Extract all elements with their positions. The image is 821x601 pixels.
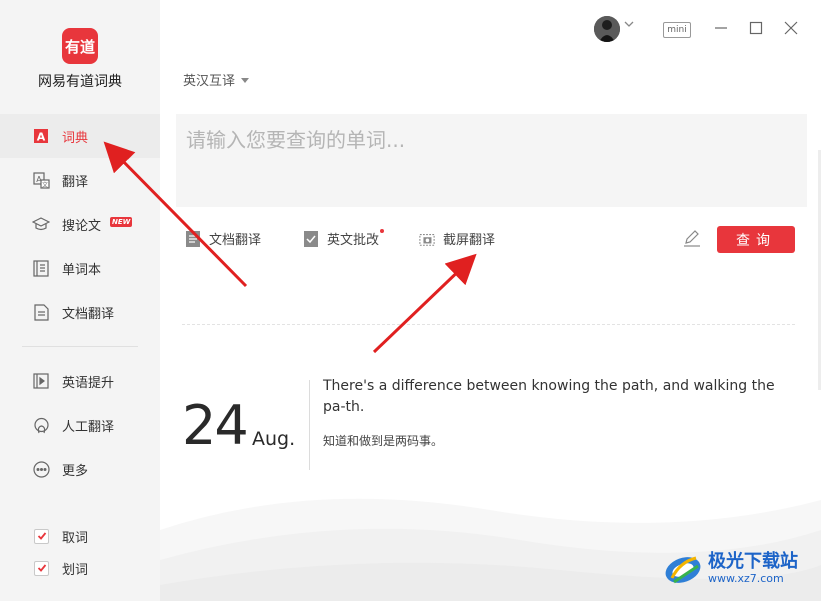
- sidebar-item-english-improve[interactable]: 英语提升: [0, 359, 160, 403]
- tool-essay-correct[interactable]: 英文批改: [303, 229, 385, 248]
- check-label: 划词: [62, 562, 89, 578]
- more-icon: [32, 460, 50, 478]
- new-badge: NEW: [110, 217, 133, 227]
- screenshot-translate-icon: [419, 231, 435, 247]
- sidebar-item-label: 英语提升: [62, 375, 115, 391]
- document-translate-icon: [185, 230, 201, 247]
- sidebar-item-label: 人工翻译: [62, 419, 115, 435]
- app-logo[interactable]: 有道: [62, 28, 98, 64]
- language-select-label: 英汉互译: [183, 74, 236, 89]
- user-avatar[interactable]: [594, 16, 620, 42]
- query-button[interactable]: 查询: [717, 226, 795, 253]
- daily-quote-chinese: 知道和做到是两码事。: [323, 434, 444, 448]
- maximize-icon[interactable]: [747, 19, 765, 37]
- graduation-cap-icon: [32, 215, 50, 233]
- tool-label: 英文批改: [327, 233, 380, 248]
- checkmark-icon: [37, 532, 46, 540]
- sidebar: 有道 网易有道词典 A 词典 A文 翻译 搜论文 NEW 单词本 文档翻译 英语…: [0, 0, 160, 601]
- sidebar-item-doc-translate[interactable]: 文档翻译: [0, 290, 160, 334]
- sidebar-item-label: 文档翻译: [62, 306, 115, 322]
- daily-day: 24: [182, 394, 249, 457]
- translate-icon: A文: [32, 171, 50, 189]
- chevron-down-icon[interactable]: [624, 20, 634, 31]
- check-label: 取词: [62, 530, 89, 546]
- video-play-icon: [32, 372, 50, 390]
- essay-correct-icon: [303, 230, 319, 247]
- sidebar-item-more[interactable]: 更多: [0, 447, 160, 491]
- handwriting-pen-icon[interactable]: [683, 229, 701, 247]
- sidebar-item-label: 更多: [62, 463, 89, 479]
- daily-quote-english: There's a difference between knowing the…: [323, 378, 775, 415]
- watermark-title: 极光下载站: [708, 550, 798, 572]
- svg-text:文: 文: [41, 181, 47, 189]
- sidebar-item-wordbook[interactable]: 单词本: [0, 246, 160, 290]
- notification-dot: [380, 229, 385, 233]
- sidebar-item-paper-search[interactable]: 搜论文 NEW: [0, 202, 160, 246]
- tool-label: 文档翻译: [209, 233, 262, 248]
- caret-down-icon: [241, 78, 250, 83]
- sidebar-item-label: 词典: [62, 130, 89, 146]
- main-panel: mini 英汉互译 请输入您要查询的单词... 文档翻译 英文批改 截屏翻译 查…: [160, 0, 821, 601]
- sidebar-item-translate[interactable]: A文 翻译: [0, 158, 160, 202]
- sidebar-divider: [22, 346, 138, 347]
- app-name: 网易有道词典: [38, 74, 122, 90]
- sidebar-item-label: 单词本: [62, 262, 102, 278]
- minimize-icon[interactable]: [712, 19, 730, 37]
- section-divider: [182, 324, 795, 325]
- wordbook-icon: [32, 259, 50, 277]
- watermark-url: www.xz7.com: [708, 571, 784, 585]
- sidebar-item-label: 搜论文: [62, 218, 102, 234]
- daily-separator: [309, 380, 310, 470]
- document-icon: [32, 303, 50, 321]
- checkmark-icon: [37, 564, 46, 572]
- tool-label: 截屏翻译: [443, 233, 496, 248]
- watermark: 极光下载站 www.xz7.com: [662, 548, 798, 588]
- dictionary-icon: A: [32, 127, 50, 145]
- mini-mode-button[interactable]: mini: [663, 22, 691, 38]
- close-icon[interactable]: [782, 19, 800, 37]
- tool-screenshot-translate[interactable]: 截屏翻译: [419, 229, 495, 248]
- search-input[interactable]: [176, 114, 807, 207]
- language-select[interactable]: 英汉互译: [183, 70, 250, 89]
- logo-text: 有道: [64, 37, 95, 56]
- tool-document-translate[interactable]: 文档翻译: [185, 229, 261, 248]
- svg-text:A: A: [37, 131, 46, 144]
- sidebar-item-dictionary[interactable]: A 词典: [0, 114, 160, 158]
- check-item-pick-word[interactable]: 取词: [0, 524, 160, 548]
- pick-word-checkbox[interactable]: [34, 528, 49, 544]
- watermark-logo-icon: [665, 556, 701, 584]
- daily-month: Aug.: [252, 428, 296, 450]
- sidebar-item-human-translate[interactable]: 人工翻译: [0, 403, 160, 447]
- headset-icon: [32, 416, 50, 434]
- sidebar-item-label: 翻译: [62, 174, 89, 190]
- select-word-checkbox[interactable]: [34, 560, 49, 576]
- check-item-select-word[interactable]: 划词: [0, 556, 160, 580]
